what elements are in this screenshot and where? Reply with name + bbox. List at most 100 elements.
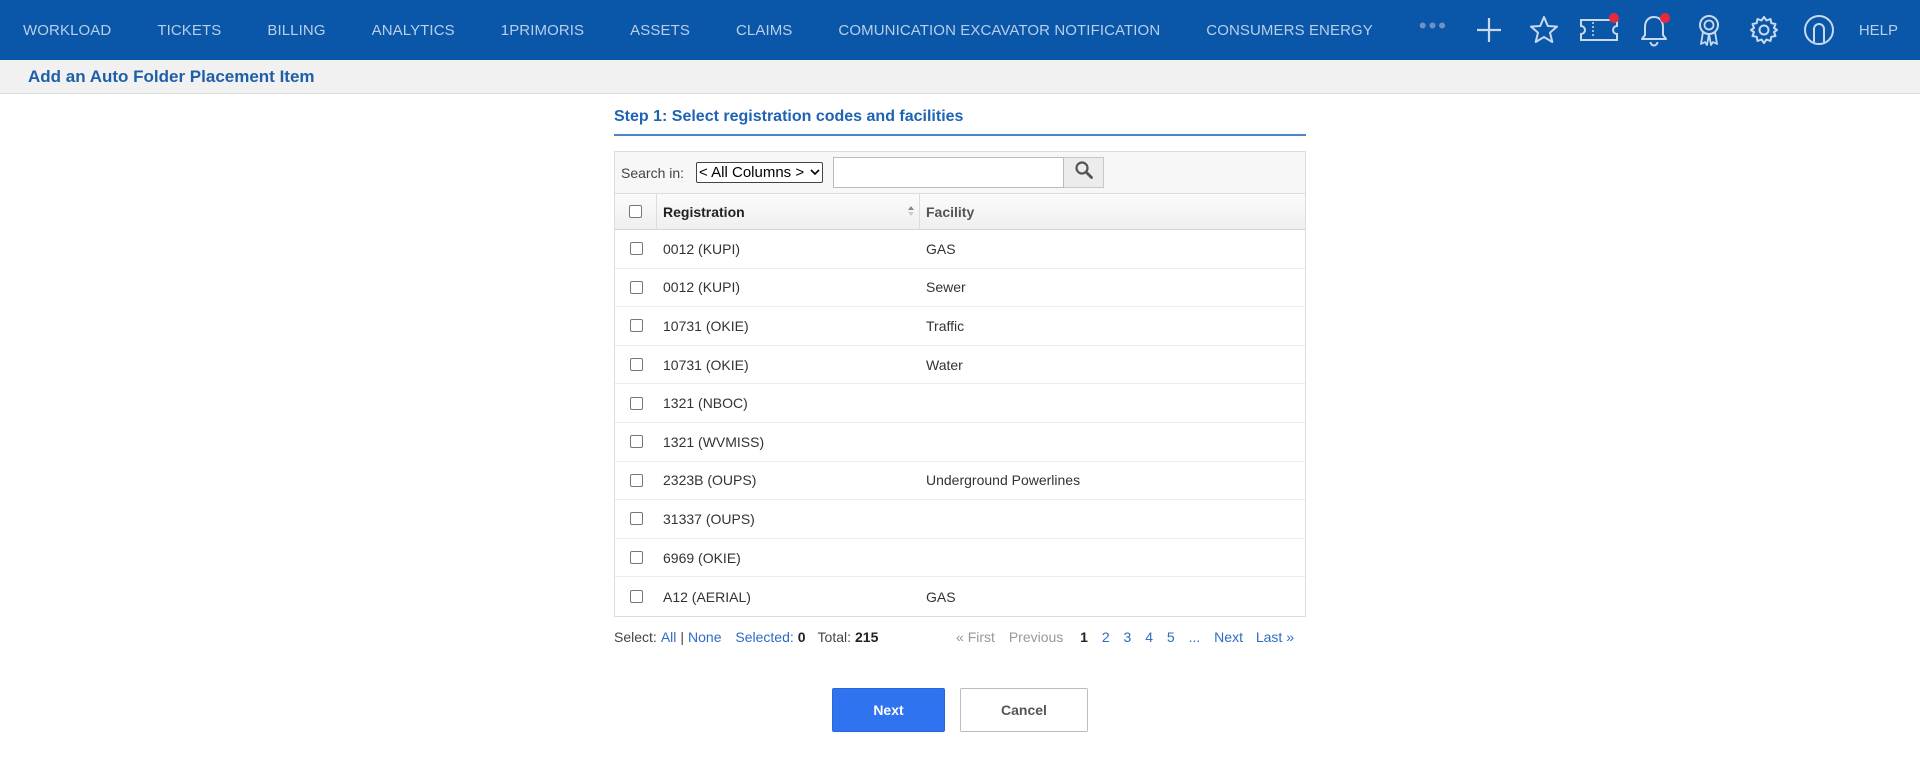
ticket-icon[interactable]: [1572, 0, 1627, 60]
total-count: 215: [855, 628, 879, 645]
table-row: 6969 (OKIE): [615, 539, 1305, 578]
nav-item-assets[interactable]: ASSETS: [630, 22, 690, 39]
facility-cell: GAS: [926, 588, 956, 605]
gear-icon[interactable]: [1737, 0, 1792, 60]
column-header-facility[interactable]: Facility: [920, 194, 1305, 229]
form-actions: Next Cancel: [832, 688, 1088, 732]
column-header-registration[interactable]: Registration: [657, 194, 920, 229]
next-button[interactable]: Next: [832, 688, 945, 732]
nav-icon-group: HELP: [1462, 0, 1920, 60]
pagination-page-current: 1: [1080, 628, 1088, 645]
nav-item-analytics[interactable]: ANALYTICS: [372, 22, 455, 39]
row-check-cell: [615, 307, 657, 345]
select-separator: |: [680, 628, 685, 645]
selected-count: 0: [797, 628, 806, 645]
main-content: Step 1: Select registration codes and fa…: [614, 94, 1306, 645]
nav-more-icon[interactable]: •••: [1419, 15, 1448, 37]
registration-cell: 31337 (OUPS): [663, 510, 755, 527]
row-checkbox[interactable]: [629, 590, 643, 604]
help-link[interactable]: HELP: [1847, 22, 1920, 39]
nav-item-workload[interactable]: WORKLOAD: [23, 22, 111, 39]
registration-grid: Search in: < All Columns > Registration: [614, 151, 1306, 617]
row-checkbox[interactable]: [629, 280, 643, 294]
pagination-page-3[interactable]: 3: [1124, 629, 1132, 645]
search-in-label: Search in:: [621, 164, 685, 181]
nav-item-billing[interactable]: BILLING: [267, 22, 325, 39]
facility-cell: Water: [926, 356, 963, 373]
page-title-bar: Add an Auto Folder Placement Item: [0, 60, 1920, 94]
table-row: 10731 (OKIE) Traffic: [615, 307, 1305, 346]
pagination-last[interactable]: Last »: [1256, 629, 1294, 645]
registration-cell: 0012 (KUPI): [663, 279, 741, 296]
nav-item-consumers-energy[interactable]: CONSUMERS ENERGY: [1206, 22, 1373, 39]
search-button[interactable]: [1064, 157, 1105, 188]
pagination-page-2[interactable]: 2: [1102, 629, 1110, 645]
sort-icon: [908, 206, 914, 216]
select-label: Select:: [614, 628, 657, 645]
search-column-select[interactable]: < All Columns >: [696, 162, 824, 183]
column-header-facility-label: Facility: [926, 203, 975, 220]
row-check-cell: [615, 462, 657, 500]
search-input[interactable]: [833, 157, 1065, 188]
table-row: 2323B (OUPS) Underground Powerlines: [615, 462, 1305, 501]
row-checkbox[interactable]: [629, 435, 643, 449]
table-row: 0012 (KUPI) Sewer: [615, 269, 1305, 308]
star-icon[interactable]: [1517, 0, 1572, 60]
nav-item-1primoris[interactable]: 1PRIMORIS: [501, 22, 584, 39]
nav-menu: WORKLOAD TICKETS BILLING ANALYTICS 1PRIM…: [0, 0, 1448, 60]
facility-cell: Traffic: [926, 317, 965, 334]
registration-cell: 0012 (KUPI): [663, 240, 741, 257]
row-check-cell: [615, 423, 657, 461]
row-checkbox[interactable]: [629, 473, 643, 487]
award-icon[interactable]: [1682, 0, 1737, 60]
registration-cell: 1321 (WVMISS): [663, 433, 765, 450]
row-check-cell: [615, 346, 657, 384]
row-checkbox[interactable]: [629, 242, 643, 256]
select-all-link[interactable]: All: [661, 629, 677, 645]
top-navigation-bar: WORKLOAD TICKETS BILLING ANALYTICS 1PRIM…: [0, 0, 1920, 60]
nav-item-claims[interactable]: CLAIMS: [736, 22, 792, 39]
table-row: 1321 (WVMISS): [615, 423, 1305, 462]
selected-label: Selected:: [735, 628, 794, 645]
row-checkbox[interactable]: [629, 358, 643, 372]
registration-cell: 2323B (OUPS): [663, 472, 757, 489]
bell-icon[interactable]: [1627, 0, 1682, 60]
table-row: 0012 (KUPI) GAS: [615, 230, 1305, 269]
column-header-registration-label: Registration: [663, 203, 745, 220]
plus-icon[interactable]: [1462, 0, 1517, 60]
cancel-button[interactable]: Cancel: [960, 688, 1088, 732]
row-check-cell: [615, 269, 657, 307]
facility-cell: Sewer: [926, 279, 966, 296]
row-checkbox[interactable]: [629, 551, 643, 565]
pagination-page-4[interactable]: 4: [1145, 629, 1153, 645]
facility-cell: Underground Powerlines: [926, 472, 1081, 489]
user-icon[interactable]: [1792, 0, 1847, 60]
select-none-link[interactable]: None: [688, 629, 721, 645]
grid-header-row: Registration Facility: [615, 194, 1305, 230]
registration-cell: 1321 (NBOC): [663, 395, 748, 412]
select-all-checkbox[interactable]: [629, 205, 642, 218]
nav-item-tickets[interactable]: TICKETS: [157, 22, 221, 39]
table-row: 31337 (OUPS): [615, 500, 1305, 539]
nav-item-comunication-excavator-notification[interactable]: COMUNICATION EXCAVATOR NOTIFICATION: [838, 22, 1160, 39]
registration-cell: 10731 (OKIE): [663, 356, 749, 373]
row-check-cell: [615, 577, 657, 616]
bell-notification-badge: [1659, 13, 1670, 23]
row-checkbox[interactable]: [629, 319, 643, 333]
grid-search-bar: Search in: < All Columns >: [615, 152, 1305, 194]
pagination-next[interactable]: Next: [1214, 629, 1243, 645]
row-check-cell: [615, 539, 657, 577]
search-icon: [1074, 160, 1094, 185]
ticket-notification-badge: [1608, 13, 1619, 23]
row-checkbox[interactable]: [629, 512, 643, 526]
row-check-cell: [615, 230, 657, 268]
select-all-cell: [615, 194, 657, 229]
pagination-page-5[interactable]: 5: [1167, 629, 1175, 645]
table-row: 1321 (NBOC): [615, 384, 1305, 423]
pagination-first: « First: [956, 628, 995, 645]
row-check-cell: [615, 500, 657, 538]
total-label: Total:: [817, 628, 852, 645]
row-checkbox[interactable]: [629, 396, 643, 410]
pagination-ellipsis[interactable]: ...: [1189, 629, 1201, 645]
row-check-cell: [615, 384, 657, 422]
